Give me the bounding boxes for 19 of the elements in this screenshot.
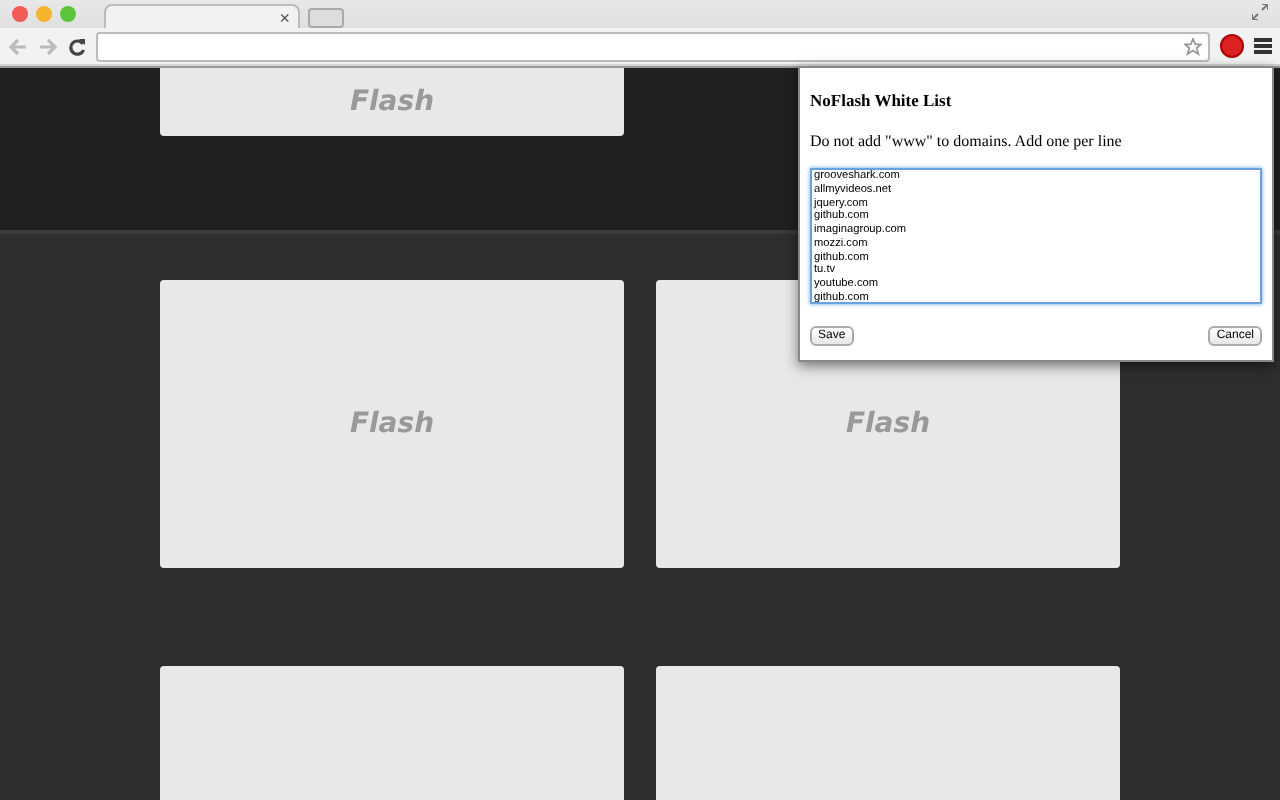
reload-icon[interactable] [68,37,86,55]
forward-icon[interactable] [38,37,58,55]
flash-label: Flash [349,408,435,440]
flash-label: Flash [349,86,435,118]
tab-close-icon[interactable]: × [279,7,290,27]
address-bar[interactable] [96,31,1210,61]
flash-label: Flash [845,408,931,440]
zoom-icon[interactable] [60,6,76,22]
close-window-icon[interactable] [12,6,28,22]
menu-icon[interactable] [1254,38,1272,54]
fullscreen-icon[interactable] [1252,4,1268,20]
extension-icon[interactable] [1220,34,1244,58]
browser-tab[interactable]: × [104,4,300,28]
popup-title: NoFlash White List [810,90,954,110]
star-icon[interactable] [1184,37,1202,55]
new-tab-button[interactable] [308,8,344,28]
back-icon[interactable] [8,37,28,55]
minimize-icon[interactable] [36,6,52,22]
popup-hint: Do not add "www" to domains. Add one per line [810,132,1124,150]
